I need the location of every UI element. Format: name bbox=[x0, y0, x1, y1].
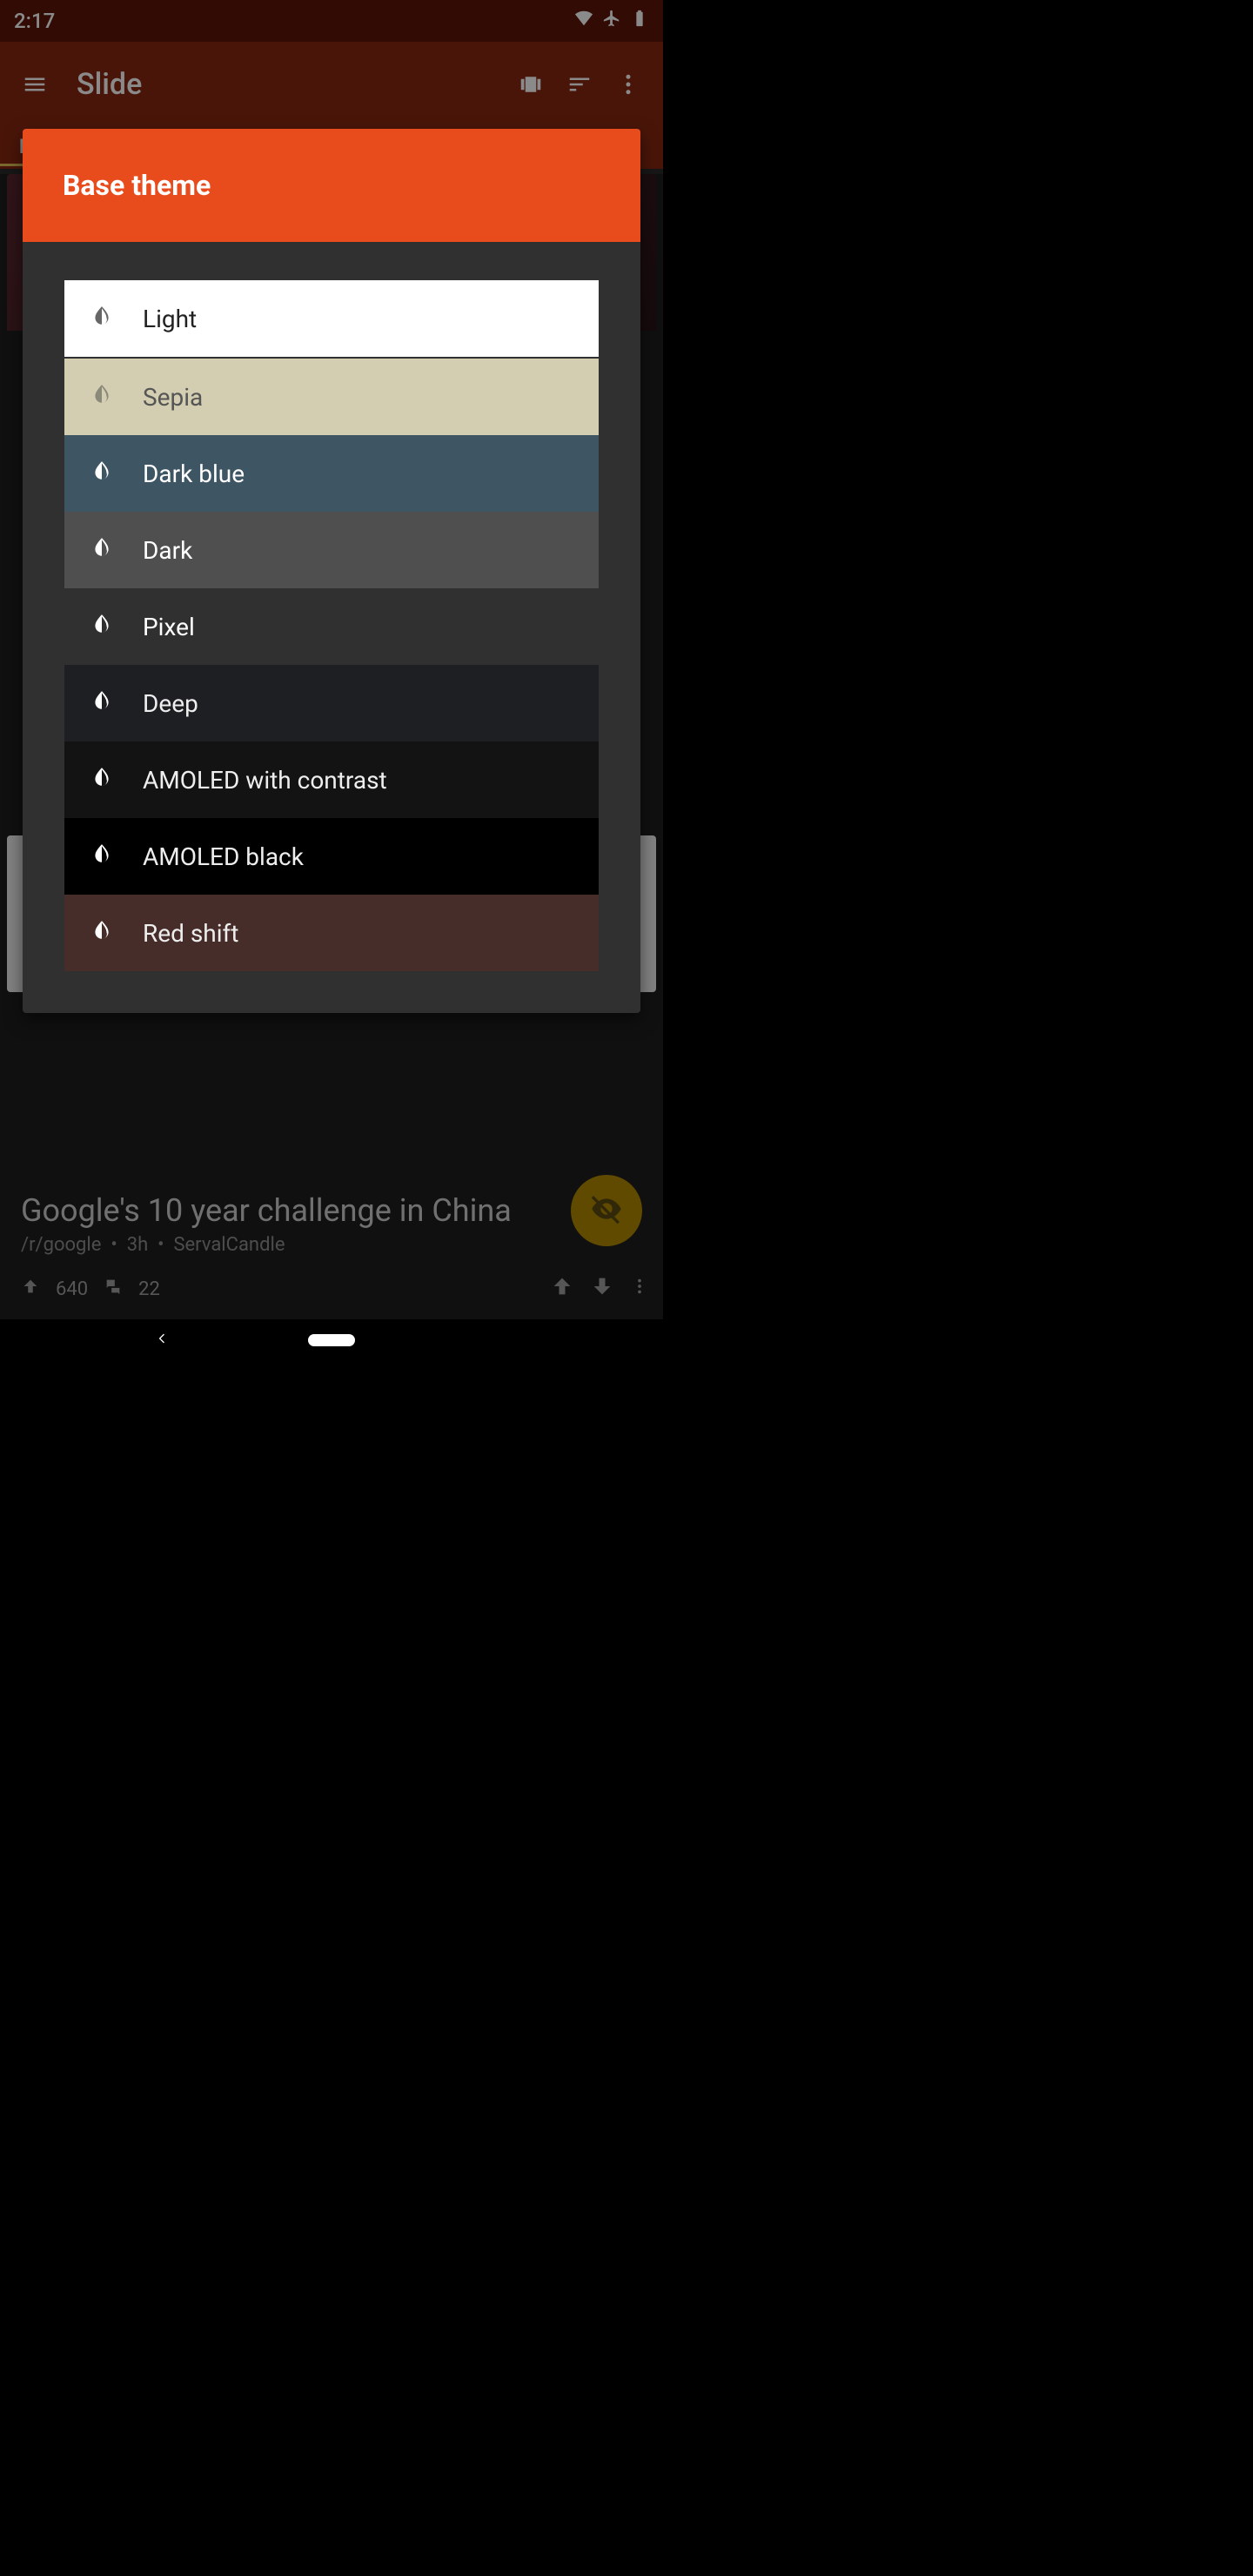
theme-label: Sepia bbox=[143, 383, 203, 412]
theme-label: Deep bbox=[143, 689, 198, 718]
invert-icon bbox=[90, 457, 113, 491]
theme-label: Pixel bbox=[143, 613, 195, 641]
home-pill[interactable] bbox=[308, 1334, 355, 1346]
dialog-title: Base theme bbox=[63, 169, 211, 202]
theme-option-amoled-contrast[interactable]: AMOLED with contrast bbox=[64, 741, 599, 818]
theme-option-dark[interactable]: Dark bbox=[64, 512, 599, 588]
theme-option-light[interactable]: Light bbox=[64, 280, 599, 357]
theme-label: Dark bbox=[143, 536, 192, 565]
dialog-header: Base theme bbox=[23, 129, 640, 242]
theme-option-amoled-black[interactable]: AMOLED black bbox=[64, 818, 599, 895]
invert-icon bbox=[90, 533, 113, 567]
base-theme-dialog: Base theme Light Sepia Dark blue Dark Pi… bbox=[23, 129, 640, 1013]
theme-option-dark-blue[interactable]: Dark blue bbox=[64, 435, 599, 512]
invert-icon bbox=[90, 916, 113, 950]
theme-option-deep[interactable]: Deep bbox=[64, 665, 599, 741]
invert-icon bbox=[90, 610, 113, 644]
theme-option-red-shift[interactable]: Red shift bbox=[64, 895, 599, 971]
theme-label: Red shift bbox=[143, 919, 238, 948]
theme-option-pixel[interactable]: Pixel bbox=[64, 588, 599, 665]
back-icon[interactable] bbox=[155, 1332, 169, 1349]
system-nav-bar bbox=[0, 1319, 663, 1361]
theme-label: Light bbox=[143, 305, 197, 333]
theme-label: AMOLED black bbox=[143, 842, 304, 871]
theme-option-sepia[interactable]: Sepia bbox=[64, 359, 599, 435]
theme-label: AMOLED with contrast bbox=[143, 766, 387, 795]
invert-icon bbox=[90, 763, 113, 797]
invert-icon bbox=[90, 302, 113, 336]
invert-icon bbox=[90, 380, 113, 414]
theme-label: Dark blue bbox=[143, 460, 245, 488]
invert-icon bbox=[90, 687, 113, 721]
theme-list: Light Sepia Dark blue Dark Pixel Deep bbox=[64, 280, 599, 971]
invert-icon bbox=[90, 840, 113, 874]
